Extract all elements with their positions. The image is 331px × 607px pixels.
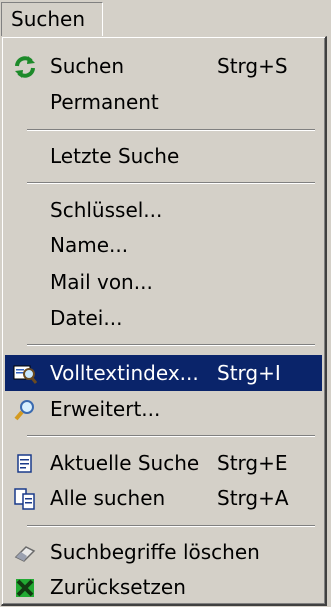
menu-item-suchbegriffe-loeschen[interactable]: Suchbegriffe löschen bbox=[5, 534, 322, 570]
refresh-icon bbox=[15, 56, 35, 78]
magnifier-icon bbox=[14, 400, 34, 421]
menu-item-label: Schlüssel... bbox=[50, 198, 163, 222]
menu-item-label: Mail von... bbox=[50, 270, 153, 294]
menu-item-shortcut: Strg+S bbox=[217, 54, 288, 78]
menubar: Suchen bbox=[0, 0, 331, 36]
document-icon bbox=[17, 454, 32, 473]
menu-item-alle-suchen[interactable]: Alle suchen Strg+A bbox=[5, 480, 322, 516]
menu-item-zuruecksetzen[interactable]: Zurücksetzen bbox=[5, 569, 322, 605]
menu-separator bbox=[27, 182, 315, 184]
menu-item-name[interactable]: Name... bbox=[5, 227, 322, 263]
reset-icon bbox=[16, 579, 34, 597]
menu-item-mail-von[interactable]: Mail von... bbox=[5, 264, 322, 300]
suchen-dropdown-menu: Suchen Strg+S Permanent Letzte Suche Sch… bbox=[1, 36, 327, 606]
menu-item-label: Permanent bbox=[50, 90, 159, 114]
menu-item-aktuelle-suche[interactable]: Aktuelle Suche Strg+E bbox=[5, 445, 322, 481]
menu-item-label: Zurücksetzen bbox=[50, 575, 186, 599]
menu-item-label: Alle suchen bbox=[50, 486, 166, 510]
menu-separator bbox=[27, 344, 315, 346]
menu-item-shortcut: Strg+I bbox=[217, 361, 281, 385]
menu-item-label: Volltextindex... bbox=[50, 361, 199, 385]
menu-item-label: Datei... bbox=[50, 306, 123, 330]
menu-item-label: Name... bbox=[50, 233, 129, 257]
menu-item-suchen[interactable]: Suchen Strg+S bbox=[5, 48, 322, 84]
menu-suchen[interactable]: Suchen bbox=[1, 2, 103, 36]
menu-suchen-label: Suchen bbox=[11, 7, 86, 31]
menu-item-volltextindex[interactable]: Volltextindex... Strg+I bbox=[5, 355, 322, 391]
menu-item-label: Suchbegriffe löschen bbox=[50, 540, 260, 564]
menu-item-schluessel[interactable]: Schlüssel... bbox=[5, 192, 322, 228]
menu-item-label: Aktuelle Suche bbox=[50, 451, 200, 475]
menu-item-erweitert[interactable]: Erweitert... bbox=[5, 391, 322, 427]
menu-item-permanent[interactable]: Permanent bbox=[5, 84, 322, 120]
menu-separator bbox=[27, 525, 315, 527]
documents-icon bbox=[14, 488, 35, 510]
menu-separator bbox=[27, 129, 315, 131]
menu-item-shortcut: Strg+A bbox=[217, 486, 289, 510]
eraser-icon bbox=[14, 546, 36, 562]
menu-item-label: Suchen bbox=[50, 54, 125, 78]
fulltext-index-icon bbox=[13, 365, 37, 384]
menu-item-label: Erweitert... bbox=[50, 397, 161, 421]
menu-item-label: Letzte Suche bbox=[50, 144, 180, 168]
menu-separator bbox=[27, 435, 315, 437]
menu-item-datei[interactable]: Datei... bbox=[5, 300, 322, 336]
menu-item-letzte-suche[interactable]: Letzte Suche bbox=[5, 138, 322, 174]
menu-item-shortcut: Strg+E bbox=[217, 451, 288, 475]
